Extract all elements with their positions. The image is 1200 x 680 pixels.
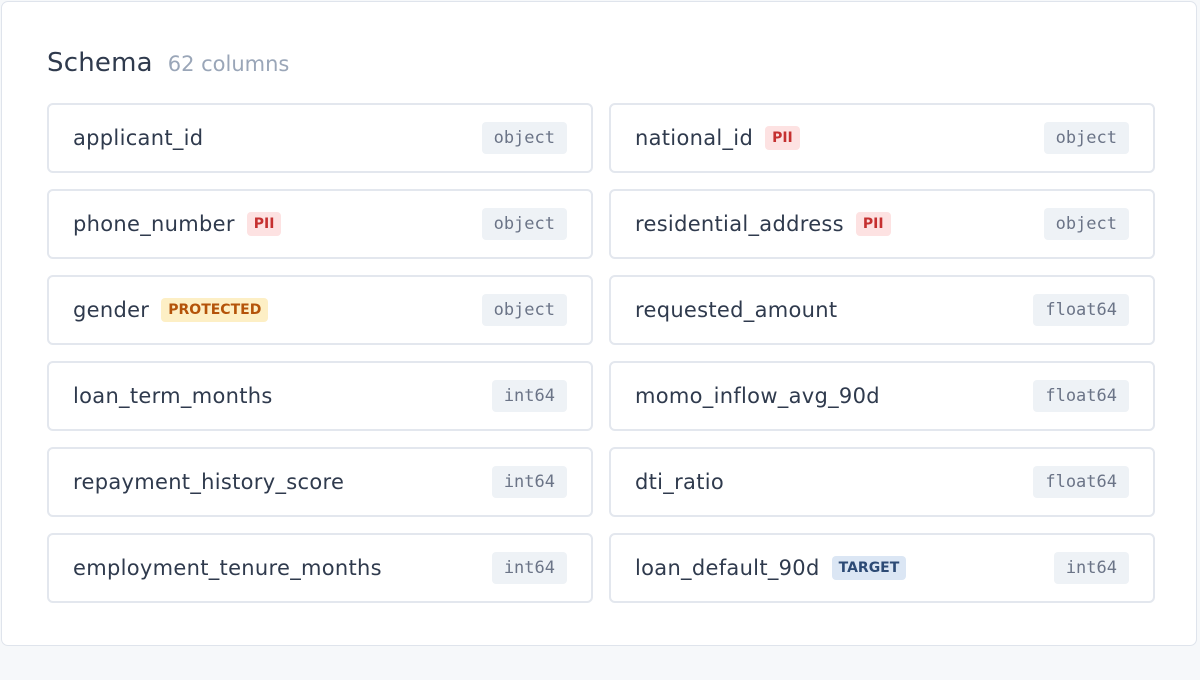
column-row[interactable]: momo_inflow_avg_90d float64 xyxy=(609,361,1155,431)
column-row[interactable]: national_id PII object xyxy=(609,103,1155,173)
column-name: loan_default_90d xyxy=(635,556,820,580)
column-row[interactable]: gender PROTECTED object xyxy=(47,275,593,345)
column-name: momo_inflow_avg_90d xyxy=(635,384,880,408)
column-row[interactable]: residential_address PII object xyxy=(609,189,1155,259)
column-row[interactable]: dti_ratio float64 xyxy=(609,447,1155,517)
column-count: 62 columns xyxy=(167,52,290,76)
dtype-tag: int64 xyxy=(1053,552,1129,584)
column-name: phone_number xyxy=(73,212,235,236)
column-name: residential_address xyxy=(635,212,844,236)
column-name: applicant_id xyxy=(73,126,204,150)
dtype-tag: object xyxy=(481,294,567,326)
column-row[interactable]: requested_amount float64 xyxy=(609,275,1155,345)
column-row[interactable]: phone_number PII object xyxy=(47,189,593,259)
dtype-tag: int64 xyxy=(491,552,567,584)
pii-badge: PII xyxy=(765,126,800,150)
dtype-tag: float64 xyxy=(1033,294,1129,326)
dtype-tag: int64 xyxy=(491,380,567,412)
schema-title: Schema xyxy=(47,48,153,78)
column-row[interactable]: loan_default_90d TARGET int64 xyxy=(609,533,1155,603)
dtype-tag: int64 xyxy=(491,466,567,498)
dtype-tag: object xyxy=(1043,122,1129,154)
column-name: requested_amount xyxy=(635,298,838,322)
column-row[interactable]: repayment_history_score int64 xyxy=(47,447,593,517)
column-row[interactable]: loan_term_months int64 xyxy=(47,361,593,431)
column-name: repayment_history_score xyxy=(73,470,345,494)
dtype-tag: float64 xyxy=(1033,466,1129,498)
column-name: dti_ratio xyxy=(635,470,725,494)
dtype-tag: object xyxy=(1043,208,1129,240)
column-name: employment_tenure_months xyxy=(73,556,382,580)
schema-grid: applicant_id object national_id PII object ph… xyxy=(47,103,1155,603)
column-name: loan_term_months xyxy=(73,384,273,408)
pii-badge: PII xyxy=(246,212,282,236)
target-badge: TARGET xyxy=(831,556,907,580)
schema-header: Schema 62 columns xyxy=(47,48,289,78)
column-row[interactable]: applicant_id object xyxy=(47,103,593,173)
pii-badge: PII xyxy=(855,212,891,236)
dtype-tag: object xyxy=(481,122,567,154)
column-name: national_id xyxy=(635,126,754,150)
dtype-tag: object xyxy=(481,208,567,240)
column-row[interactable]: employment_tenure_months int64 xyxy=(47,533,593,603)
protected-badge: PROTECTED xyxy=(161,298,269,322)
column-name: gender xyxy=(73,298,150,322)
dtype-tag: float64 xyxy=(1033,380,1129,412)
schema-card: Schema 62 columns applicant_id object nati… xyxy=(1,1,1197,646)
